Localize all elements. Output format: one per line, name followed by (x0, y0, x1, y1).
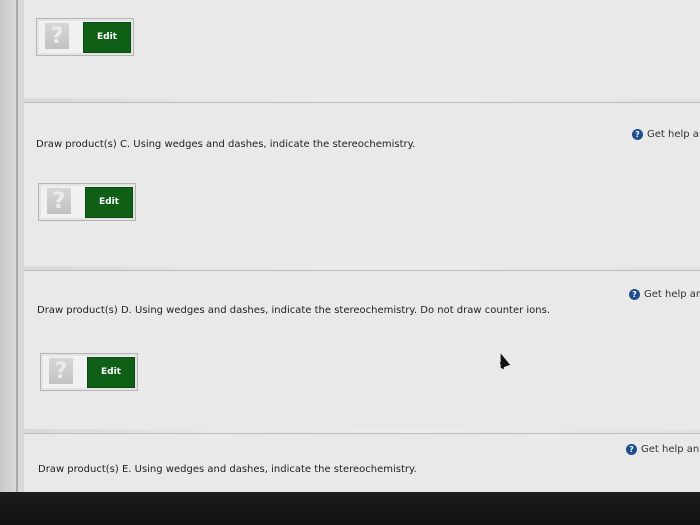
question-prompt: Draw product(s) C. Using wedges and dash… (36, 139, 416, 150)
question-section-b: ? Edit (24, 0, 700, 98)
edit-button[interactable]: Edit (83, 22, 131, 53)
get-help-label: Get help a (647, 129, 699, 140)
get-help-label: Get help ar (644, 289, 700, 300)
edit-button[interactable]: Edit (85, 187, 133, 218)
question-mark-placeholder: ? (49, 358, 73, 384)
question-section-e: ? Get help an Draw product(s) E. Using w… (24, 433, 700, 492)
edit-button[interactable]: Edit (87, 357, 135, 388)
answer-box: ? Edit (38, 183, 136, 221)
answer-box: ? Edit (36, 18, 134, 56)
left-rail (0, 0, 18, 492)
question-circle-icon: ? (632, 129, 643, 140)
answer-box: ? Edit (40, 353, 138, 391)
question-section-d: ? Get help ar Draw product(s) D. Using w… (24, 270, 700, 429)
get-help-link[interactable]: ? Get help an (626, 444, 699, 455)
question-circle-icon: ? (626, 444, 637, 455)
question-section-c: ? Get help a Draw product(s) C. Using we… (24, 102, 700, 266)
monitor-bezel (0, 492, 700, 525)
question-mark-placeholder: ? (45, 23, 69, 49)
question-circle-icon: ? (629, 289, 640, 300)
question-prompt: Draw product(s) E. Using wedges and dash… (38, 464, 417, 475)
question-prompt: Draw product(s) D. Using wedges and dash… (37, 305, 551, 316)
get-help-link[interactable]: ? Get help a (632, 129, 699, 140)
question-mark-placeholder: ? (47, 188, 71, 214)
browser-content: ? Edit ? Get help a Draw product(s) C. U… (0, 0, 700, 492)
get-help-label: Get help an (641, 444, 700, 455)
get-help-link[interactable]: ? Get help ar (629, 289, 700, 300)
